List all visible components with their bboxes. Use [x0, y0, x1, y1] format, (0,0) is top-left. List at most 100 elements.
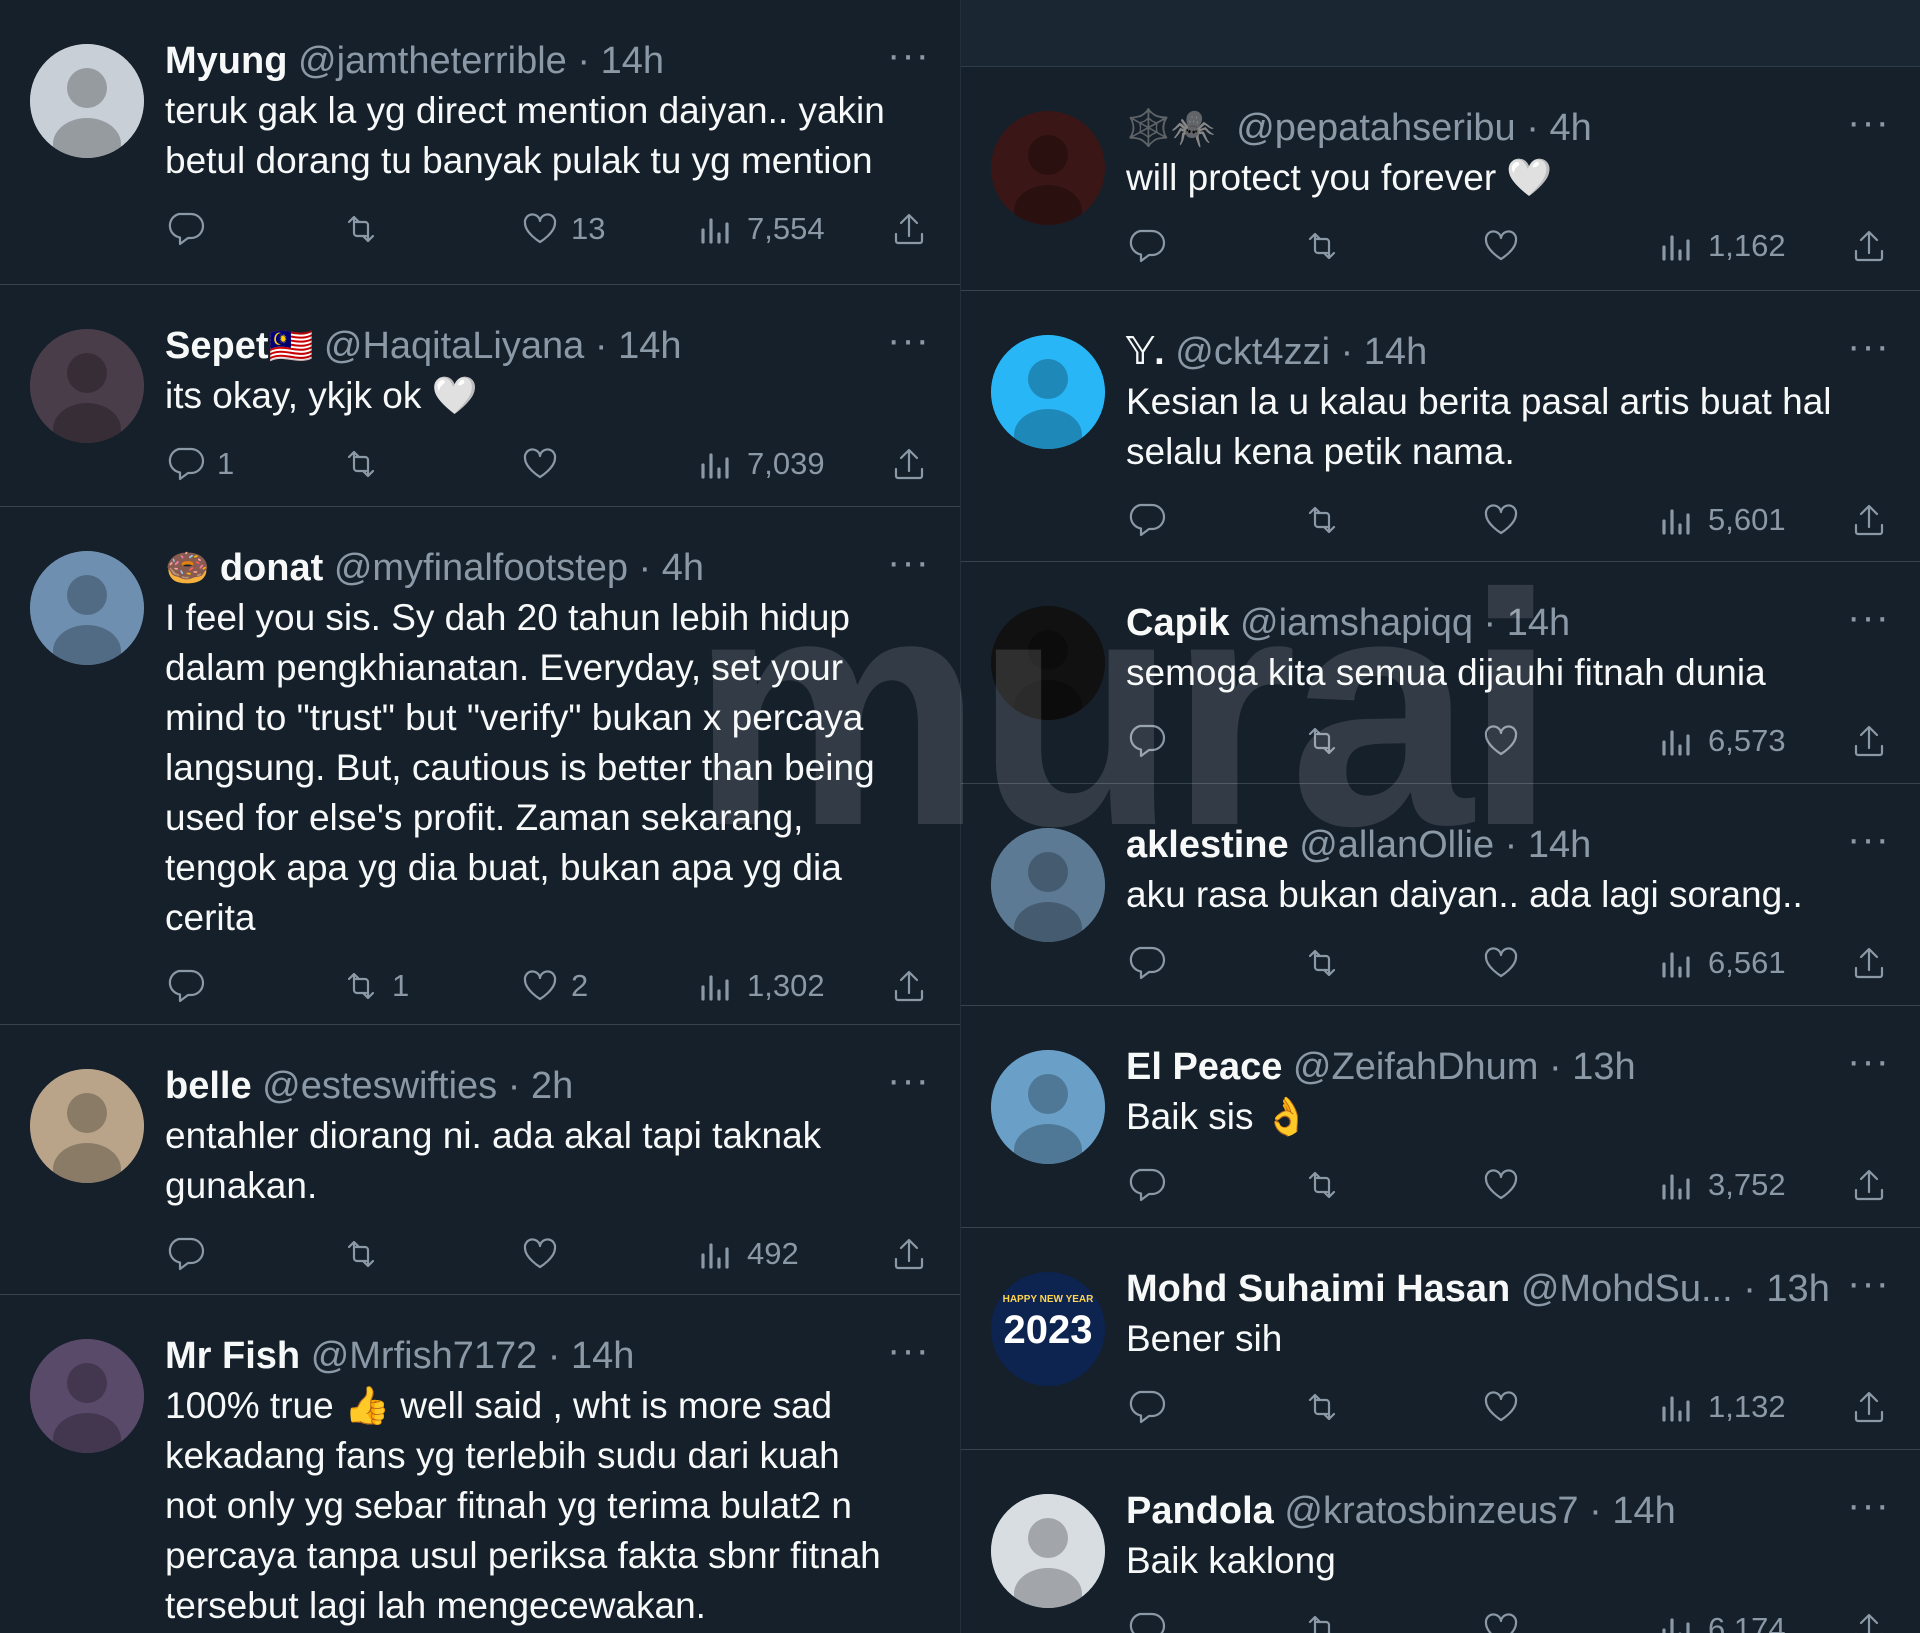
tweet-right-3[interactable]: aklestine @allanOllie · 14h ··· aku rasa b…: [961, 783, 1920, 980]
handle[interactable]: @pepatahseribu: [1236, 107, 1515, 149]
display-name[interactable]: El Peace: [1126, 1046, 1282, 1088]
timestamp[interactable]: 14h: [571, 1335, 634, 1377]
avatar[interactable]: [991, 606, 1105, 720]
retweet-button[interactable]: [1301, 716, 1353, 766]
retweet-button[interactable]: [1301, 1382, 1353, 1432]
share-button[interactable]: [888, 439, 930, 489]
retweet-button[interactable]: [1301, 938, 1353, 988]
reply-button[interactable]: [1126, 1160, 1178, 1210]
share-button[interactable]: [1848, 1382, 1890, 1432]
views-button[interactable]: 6,561: [1656, 938, 1786, 988]
views-button[interactable]: 6,174: [1656, 1604, 1786, 1633]
reply-button[interactable]: [1126, 1604, 1178, 1633]
views-button[interactable]: 1,302: [695, 961, 825, 1011]
reply-button[interactable]: 1: [165, 439, 234, 489]
views-button[interactable]: 5,601: [1656, 495, 1786, 545]
avatar[interactable]: [30, 1339, 144, 1453]
timestamp[interactable]: 14h: [1507, 602, 1570, 644]
avatar[interactable]: [991, 1050, 1105, 1164]
avatar[interactable]: HAPPY NEW YEAR 2023: [991, 1272, 1105, 1386]
more-options-icon[interactable]: ···: [1847, 814, 1890, 864]
tweet-left-3[interactable]: belle @esteswifties · 2h ··· entahler dior…: [0, 1024, 960, 1271]
reply-button[interactable]: [1126, 495, 1178, 545]
avatar[interactable]: [30, 44, 144, 158]
views-button[interactable]: 6,573: [1656, 716, 1786, 766]
display-name[interactable]: Pandola: [1126, 1490, 1274, 1532]
timestamp[interactable]: 14h: [601, 40, 664, 82]
display-name[interactable]: Sepet: [165, 325, 268, 367]
more-options-icon[interactable]: ···: [1847, 97, 1890, 147]
views-button[interactable]: 1,162: [1656, 221, 1786, 271]
handle[interactable]: @Mrfish7172: [311, 1335, 538, 1377]
display-name[interactable]: Myung: [165, 40, 287, 82]
retweet-button[interactable]: [340, 1229, 392, 1279]
tweet-left-4[interactable]: Mr Fish @Mrfish7172 · 14h ··· 100% true 👍 …: [0, 1294, 960, 1626]
display-name[interactable]: 𝕐.: [1126, 331, 1165, 373]
share-button[interactable]: [1848, 1604, 1890, 1633]
views-button[interactable]: 7,039: [695, 439, 825, 489]
handle[interactable]: @kratosbinzeus7: [1284, 1490, 1578, 1532]
tweet-right-1[interactable]: 𝕐. @ckt4zzi · 14h ··· Kesian la u kalau be…: [961, 290, 1920, 537]
reply-button[interactable]: [165, 961, 217, 1011]
share-button[interactable]: [1848, 221, 1890, 271]
more-options-icon[interactable]: ···: [1847, 1258, 1890, 1308]
reply-button[interactable]: [1126, 1382, 1178, 1432]
tweet-left-2[interactable]: 🍩 donat @myfinalfootstep · 4h ··· I feel yo…: [0, 506, 960, 1003]
like-button[interactable]: [1480, 1604, 1532, 1633]
more-options-icon[interactable]: ···: [887, 1055, 930, 1105]
like-button[interactable]: [1480, 1382, 1532, 1432]
display-name[interactable]: aklestine: [1126, 824, 1289, 866]
timestamp[interactable]: 14h: [1612, 1490, 1675, 1532]
like-button[interactable]: [519, 439, 571, 489]
display-name[interactable]: belle: [165, 1065, 252, 1107]
tweet-right-5[interactable]: HAPPY NEW YEAR 2023 Mohd Suhaimi Hasan @Mo…: [961, 1227, 1920, 1424]
avatar[interactable]: [991, 828, 1105, 942]
reply-button[interactable]: [165, 204, 217, 254]
like-button[interactable]: [1480, 495, 1532, 545]
timestamp[interactable]: 4h: [1549, 107, 1591, 149]
avatar[interactable]: [30, 1069, 144, 1183]
avatar[interactable]: [30, 551, 144, 665]
views-button[interactable]: 7,554: [695, 204, 825, 254]
reply-button[interactable]: [1126, 716, 1178, 766]
timestamp[interactable]: 14h: [1528, 824, 1591, 866]
handle[interactable]: @esteswifties: [262, 1065, 497, 1107]
share-button[interactable]: [888, 961, 930, 1011]
timestamp[interactable]: 2h: [531, 1065, 573, 1107]
retweet-button[interactable]: [1301, 495, 1353, 545]
handle[interactable]: @iamshapiqq: [1240, 602, 1473, 644]
share-button[interactable]: [888, 204, 930, 254]
reply-button[interactable]: [165, 1229, 217, 1279]
handle[interactable]: @ckt4zzi: [1175, 331, 1330, 373]
share-button[interactable]: [1848, 1160, 1890, 1210]
more-options-icon[interactable]: ···: [1847, 1480, 1890, 1530]
more-options-icon[interactable]: ···: [887, 315, 930, 365]
more-options-icon[interactable]: ···: [1847, 592, 1890, 642]
handle[interactable]: @HaqitaLiyana: [324, 325, 584, 367]
avatar[interactable]: [991, 335, 1105, 449]
more-options-icon[interactable]: ···: [887, 1325, 930, 1375]
tweet-right-4[interactable]: El Peace @ZeifahDhum · 13h ··· Baik sis 👌 3…: [961, 1005, 1920, 1202]
avatar[interactable]: [991, 1494, 1105, 1608]
timestamp[interactable]: 4h: [662, 547, 704, 589]
more-options-icon[interactable]: ···: [1847, 1036, 1890, 1086]
handle[interactable]: @myfinalfootstep: [334, 547, 628, 589]
handle[interactable]: @MohdSu...: [1521, 1268, 1733, 1310]
like-button[interactable]: 2: [519, 961, 588, 1011]
retweet-button[interactable]: [340, 439, 392, 489]
retweet-button[interactable]: [340, 204, 392, 254]
display-name[interactable]: Mr Fish: [165, 1335, 300, 1377]
timestamp[interactable]: 14h: [618, 325, 681, 367]
views-button[interactable]: 1,132: [1656, 1382, 1786, 1432]
more-options-icon[interactable]: ···: [1847, 321, 1890, 371]
timestamp[interactable]: 13h: [1766, 1268, 1829, 1310]
avatar[interactable]: [991, 111, 1105, 225]
views-button[interactable]: 492: [695, 1229, 799, 1279]
handle[interactable]: @jamtheterrible: [298, 40, 567, 82]
display-name[interactable]: donat: [220, 547, 323, 589]
retweet-button[interactable]: [1301, 1604, 1353, 1633]
handle[interactable]: @ZeifahDhum: [1293, 1046, 1539, 1088]
share-button[interactable]: [888, 1229, 930, 1279]
share-button[interactable]: [1848, 938, 1890, 988]
display-name[interactable]: Capik: [1126, 602, 1229, 644]
